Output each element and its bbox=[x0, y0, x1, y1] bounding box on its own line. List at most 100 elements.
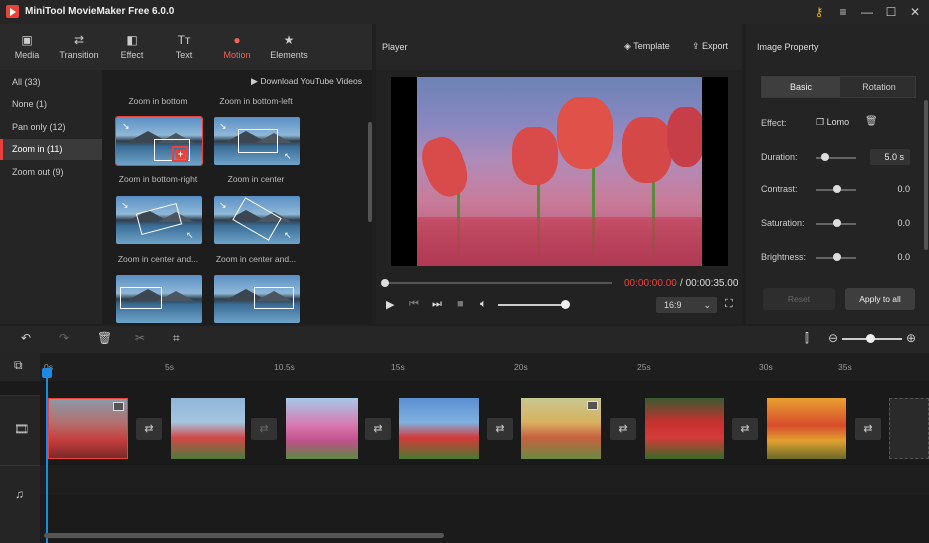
tab-text[interactable]: Tт Text bbox=[158, 24, 210, 70]
tab-transition[interactable]: ⇄ Transition bbox=[53, 24, 105, 70]
timeline-clip[interactable] bbox=[521, 398, 601, 459]
split-icon[interactable]: ✂ bbox=[135, 331, 145, 345]
transition-slot[interactable]: ⇄ bbox=[732, 418, 758, 440]
tab-basic[interactable]: Basic bbox=[762, 77, 840, 97]
motion-thumb-zoom-in-center-rotate-2[interactable]: ↘ ↖ bbox=[214, 196, 300, 244]
empty-clip-slot[interactable] bbox=[889, 398, 929, 459]
next-frame-button[interactable]: ⏭ bbox=[432, 298, 442, 311]
reset-button[interactable]: Reset bbox=[763, 288, 835, 310]
motion-label: Zoom in bottom-left bbox=[219, 96, 293, 106]
playback-handle[interactable] bbox=[381, 279, 389, 287]
undo-icon[interactable]: ↶ bbox=[21, 331, 31, 345]
delete-effect-icon[interactable]: 🗑︎ bbox=[865, 116, 878, 127]
play-button[interactable]: ▶ bbox=[386, 298, 394, 311]
aspect-ratio-select[interactable]: 16:9 ⌄ bbox=[656, 297, 717, 313]
stop-button[interactable]: ■ bbox=[457, 298, 464, 310]
saturation-label: Saturation: bbox=[761, 218, 805, 228]
template-button[interactable]: ◈ Template bbox=[624, 41, 670, 52]
property-scrollbar[interactable] bbox=[924, 100, 928, 250]
duration-handle[interactable] bbox=[821, 153, 829, 161]
fullscreen-button[interactable]: ⛶ bbox=[725, 298, 733, 311]
copy-icon: ❐ bbox=[816, 117, 827, 127]
music-icon: ♫ bbox=[15, 487, 24, 501]
maximize-button[interactable]: ☐ bbox=[882, 3, 900, 21]
transition-slot[interactable]: ⇄ bbox=[610, 418, 636, 440]
add-track-icon[interactable]: ⧉ bbox=[14, 358, 23, 373]
fit-timeline-icon[interactable]: ⫿ bbox=[805, 331, 809, 346]
volume-slider[interactable] bbox=[498, 304, 566, 306]
playhead[interactable] bbox=[46, 372, 48, 543]
zoom-in-icon[interactable]: ⊕ bbox=[906, 331, 916, 345]
timeline-clip[interactable] bbox=[767, 398, 846, 459]
preview-frame bbox=[417, 77, 702, 266]
duration-label: Duration: bbox=[761, 152, 798, 162]
export-button[interactable]: ⇪ Export bbox=[692, 41, 728, 52]
total-time: / 00:00:35.00 bbox=[680, 278, 739, 289]
effect-label: Effect: bbox=[761, 118, 787, 128]
playhead-handle[interactable] bbox=[42, 368, 52, 378]
timeline-clip[interactable] bbox=[286, 398, 358, 459]
sidebar-item-none[interactable]: None (1) bbox=[0, 94, 102, 115]
transition-slot[interactable]: ⇄ bbox=[251, 418, 277, 440]
transition-icon: ⇄ bbox=[73, 33, 85, 47]
contrast-handle[interactable] bbox=[833, 185, 841, 193]
timeline-clip[interactable] bbox=[399, 398, 479, 459]
tab-effect[interactable]: ◧ Effect bbox=[106, 24, 158, 70]
download-youtube-link[interactable]: ▶ Download YouTube Videos bbox=[251, 76, 362, 87]
ruler-tick: 10.5s bbox=[274, 362, 295, 372]
timeline-clip[interactable] bbox=[645, 398, 724, 459]
volume-handle[interactable] bbox=[561, 300, 570, 309]
ruler-tick: 20s bbox=[514, 362, 528, 372]
crop-icon[interactable]: ⌗ bbox=[173, 331, 180, 346]
sidebar-item-zoom-out[interactable]: Zoom out (9) bbox=[0, 162, 102, 183]
duration-input[interactable]: 5.0 s bbox=[870, 149, 910, 165]
previous-frame-button[interactable]: ⏮ bbox=[409, 298, 419, 311]
motion-library: ▶ Download YouTube Videos Zoom in bottom… bbox=[102, 70, 372, 324]
chevron-down-icon: ⌄ bbox=[703, 300, 711, 310]
redo-icon[interactable]: ↷ bbox=[59, 331, 69, 345]
sidebar-item-zoom-in[interactable]: Zoom in (11) bbox=[0, 139, 102, 160]
library-scrollbar[interactable] bbox=[368, 122, 372, 222]
sidebar-item-pan-only[interactable]: Pan only (12) bbox=[0, 117, 102, 138]
motion-thumb-zoom-in-right[interactable] bbox=[214, 275, 300, 323]
tab-motion[interactable]: ● Motion bbox=[211, 24, 263, 70]
delete-icon[interactable]: 🗑︎ bbox=[97, 331, 112, 345]
motion-thumb-zoom-in-left[interactable] bbox=[116, 275, 202, 323]
transition-slot[interactable]: ⇄ bbox=[365, 418, 391, 440]
image-property-panel bbox=[746, 24, 929, 324]
timeline-clip[interactable] bbox=[171, 398, 245, 459]
key-icon[interactable]: ⚷ bbox=[810, 3, 828, 21]
property-title: Image Property bbox=[757, 42, 819, 52]
minimize-button[interactable]: — bbox=[858, 3, 876, 21]
tab-media[interactable]: ▣ Media bbox=[1, 24, 53, 70]
transition-slot[interactable]: ⇄ bbox=[136, 418, 162, 440]
motion-thumb-zoom-in-bottom-right[interactable]: ↘ bbox=[115, 116, 203, 166]
zoom-handle[interactable] bbox=[866, 334, 875, 343]
elements-icon: ★ bbox=[283, 33, 295, 47]
close-button[interactable]: ✕ bbox=[906, 3, 924, 21]
tab-elements[interactable]: ★ Elements bbox=[263, 24, 315, 70]
volume-icon[interactable]: 🔈︎ bbox=[480, 298, 487, 311]
menu-icon[interactable]: ≡ bbox=[834, 3, 852, 21]
motion-label: Zoom in bottom bbox=[128, 96, 188, 106]
audio-track bbox=[40, 465, 929, 495]
sidebar-item-all[interactable]: All (33) bbox=[0, 72, 102, 93]
apply-to-all-button[interactable]: Apply to all bbox=[845, 288, 915, 310]
zoom-out-icon[interactable]: ⊖ bbox=[828, 331, 838, 345]
timeline-scrollbar[interactable] bbox=[44, 533, 444, 538]
tab-rotation[interactable]: Rotation bbox=[842, 77, 916, 97]
playback-progress[interactable] bbox=[382, 282, 612, 284]
transition-slot[interactable]: ⇄ bbox=[487, 418, 513, 440]
brightness-label: Brightness: bbox=[761, 252, 807, 262]
saturation-handle[interactable] bbox=[833, 219, 841, 227]
motion-thumb-zoom-in-center-rotate[interactable]: ↘ ↖ bbox=[116, 196, 202, 244]
add-motion-button[interactable]: + bbox=[172, 146, 188, 162]
effect-icon: ◧ bbox=[126, 33, 138, 47]
timeline-clip[interactable] bbox=[48, 398, 128, 459]
transition-slot[interactable]: ⇄ bbox=[855, 418, 881, 440]
brightness-handle[interactable] bbox=[833, 253, 841, 261]
motion-thumb-zoom-in-center[interactable]: ↘ ↖ bbox=[214, 117, 300, 165]
saturation-value: 0.0 bbox=[897, 218, 910, 228]
youtube-icon: ▶ bbox=[250, 76, 261, 86]
contrast-label: Contrast: bbox=[761, 184, 798, 194]
